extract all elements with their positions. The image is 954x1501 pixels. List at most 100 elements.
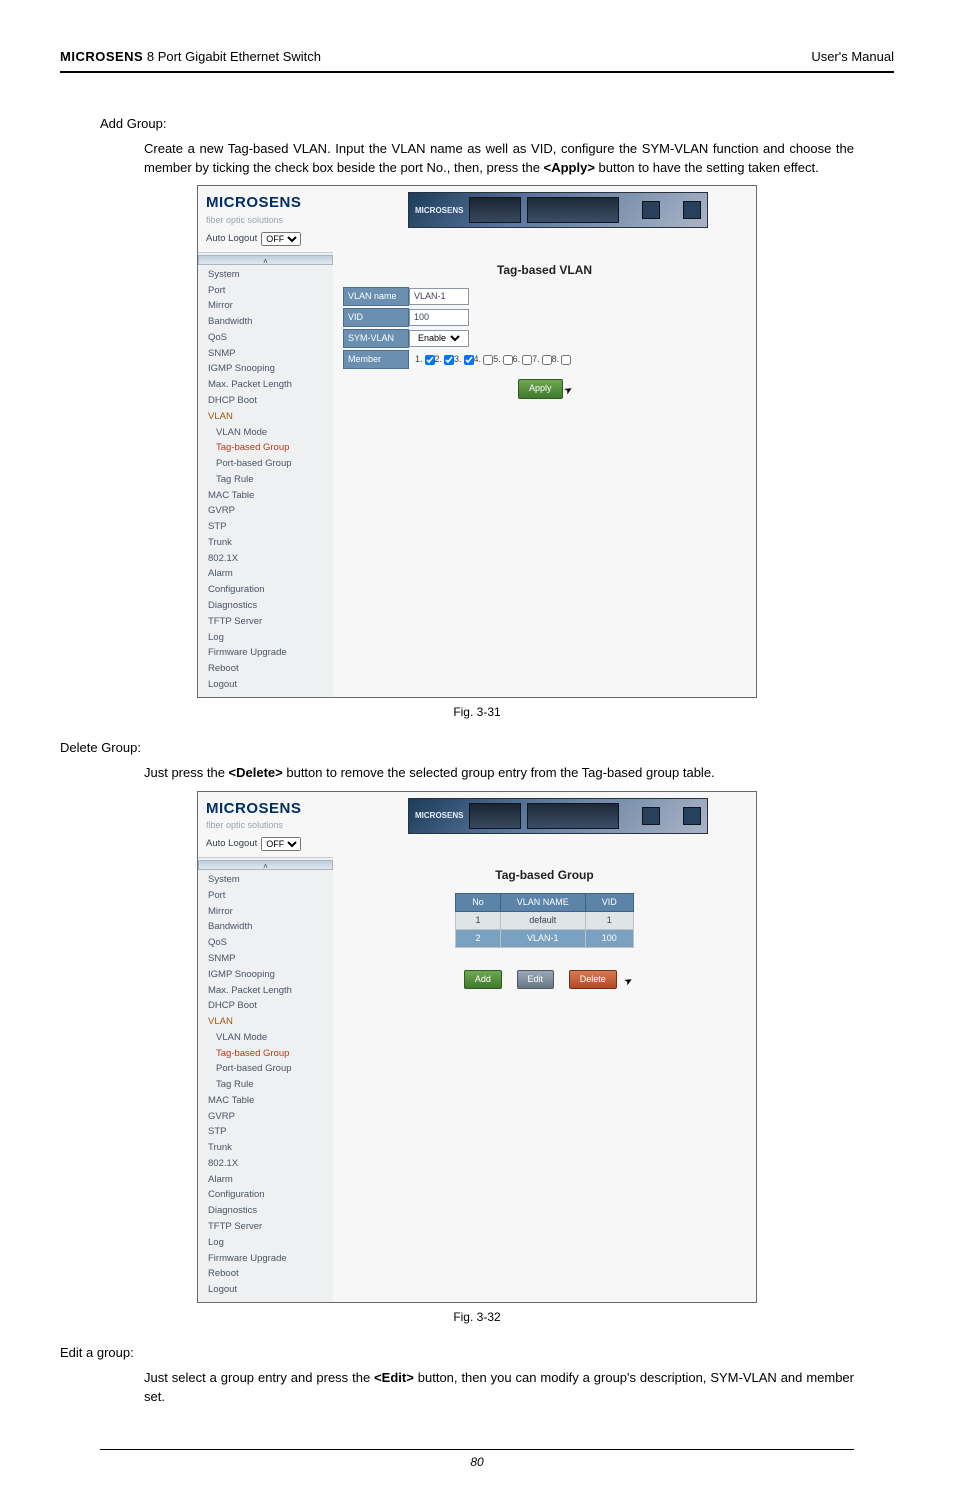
member-checkbox[interactable] <box>542 355 552 365</box>
nav-item[interactable]: MAC Table <box>198 488 333 504</box>
vlan-name-input[interactable]: VLAN-1 <box>409 288 469 305</box>
nav-item[interactable]: QoS <box>198 935 333 951</box>
member-cell: 2. <box>435 353 455 366</box>
member-cell: 7. <box>532 353 552 366</box>
edit-button[interactable]: Edit <box>517 970 555 989</box>
flag-icon <box>683 807 701 825</box>
nav-item[interactable]: 802.1X <box>198 551 333 567</box>
nav-item[interactable]: Trunk <box>198 1140 333 1156</box>
member-checkbox[interactable] <box>522 355 532 365</box>
nav-item[interactable]: TFTP Server <box>198 1219 333 1235</box>
nav-item[interactable]: Alarm <box>198 566 333 582</box>
logo-text: MICROSENS <box>206 192 301 214</box>
sym-vlan-label: SYM-VLAN <box>343 329 409 348</box>
nav-item[interactable]: Port <box>198 888 333 904</box>
vid-input[interactable]: 100 <box>409 309 469 326</box>
nav-item[interactable]: VLAN Mode <box>198 1030 333 1046</box>
flag-icon <box>642 807 660 825</box>
nav-item[interactable]: Tag Rule <box>198 1077 333 1093</box>
col-no: No <box>456 893 501 911</box>
nav-item[interactable]: 802.1X <box>198 1156 333 1172</box>
nav-item[interactable]: VLAN <box>198 1014 333 1030</box>
page-number: 80 <box>60 1454 894 1471</box>
member-checkbox[interactable] <box>561 355 571 365</box>
member-checkbox[interactable] <box>444 355 454 365</box>
add-button[interactable]: Add <box>464 970 502 989</box>
nav-item[interactable]: STP <box>198 1124 333 1140</box>
flag-icon <box>642 201 660 219</box>
screenshot-add-group: MICROSENS MICROSENS fiber optic solution… <box>197 185 757 697</box>
member-checkbox[interactable] <box>425 355 435 365</box>
delete-group-paragraph: Just press the <Delete> button to remove… <box>144 764 854 783</box>
auto-logout-label: Auto Logout <box>206 837 257 851</box>
auto-logout-select[interactable]: OFF <box>261 232 301 246</box>
panel-title: Tag-based VLAN <box>343 262 746 279</box>
sym-vlan-select[interactable]: Enable <box>414 332 463 344</box>
nav-item[interactable]: MAC Table <box>198 1093 333 1109</box>
member-checkbox[interactable] <box>503 355 513 365</box>
nav-item[interactable]: GVRP <box>198 503 333 519</box>
nav-item[interactable]: Bandwidth <box>198 919 333 935</box>
nav-item[interactable]: STP <box>198 519 333 535</box>
table-row[interactable]: 1default1 <box>456 911 634 929</box>
edit-group-paragraph: Just select a group entry and press the … <box>144 1369 854 1407</box>
nav-item[interactable]: QoS <box>198 330 333 346</box>
nav-item[interactable]: GVRP <box>198 1109 333 1125</box>
add-group-paragraph: Create a new Tag-based VLAN. Input the V… <box>144 140 854 178</box>
nav-item[interactable]: VLAN Mode <box>198 425 333 441</box>
nav-item[interactable]: IGMP Snooping <box>198 361 333 377</box>
nav-item[interactable]: Firmware Upgrade <box>198 1251 333 1267</box>
member-cell: 1. <box>415 353 435 366</box>
nav-item[interactable]: Tag-based Group <box>198 1046 333 1062</box>
nav-item[interactable]: IGMP Snooping <box>198 967 333 983</box>
nav-item[interactable]: Diagnostics <box>198 1203 333 1219</box>
nav-item[interactable]: Reboot <box>198 1266 333 1282</box>
nav-item[interactable]: DHCP Boot <box>198 998 333 1014</box>
apply-button[interactable]: Apply <box>518 379 563 398</box>
nav-item[interactable]: Firmware Upgrade <box>198 645 333 661</box>
col-vid: VID <box>585 893 633 911</box>
member-checkbox[interactable] <box>483 355 493 365</box>
nav-item[interactable]: Diagnostics <box>198 598 333 614</box>
nav-item[interactable]: Log <box>198 1235 333 1251</box>
member-cell: 4. <box>474 353 494 366</box>
nav-item[interactable]: Configuration <box>198 582 333 598</box>
nav-sidebar: ˄ SystemPortMirrorBandwidthQoSSNMPIGMP S… <box>198 857 333 1302</box>
nav-item[interactable]: System <box>198 872 333 888</box>
nav-item[interactable]: Configuration <box>198 1187 333 1203</box>
member-checkbox[interactable] <box>464 355 474 365</box>
nav-item[interactable]: Trunk <box>198 535 333 551</box>
edit-group-heading: Edit a group: <box>60 1344 894 1363</box>
nav-item[interactable]: Reboot <box>198 661 333 677</box>
nav-item[interactable]: Port-based Group <box>198 456 333 472</box>
nav-item[interactable]: Port <box>198 283 333 299</box>
logo-subtext: fiber optic solutions <box>206 215 283 225</box>
nav-item[interactable]: Mirror <box>198 904 333 920</box>
nav-item[interactable]: Mirror <box>198 298 333 314</box>
nav-item[interactable]: Bandwidth <box>198 314 333 330</box>
banner: MICROSENS <box>408 192 708 228</box>
nav-item[interactable]: Alarm <box>198 1172 333 1188</box>
nav-item[interactable]: Port-based Group <box>198 1061 333 1077</box>
nav-item[interactable]: TFTP Server <box>198 614 333 630</box>
nav-item[interactable]: DHCP Boot <box>198 393 333 409</box>
scroll-up-icon[interactable]: ˄ <box>199 256 332 268</box>
nav-item[interactable]: Log <box>198 630 333 646</box>
scroll-up-icon[interactable]: ˄ <box>199 861 332 873</box>
nav-item[interactable]: System <box>198 267 333 283</box>
nav-item[interactable]: Max. Packet Length <box>198 983 333 999</box>
figure-caption-1: Fig. 3-31 <box>60 704 894 721</box>
nav-item[interactable]: Tag Rule <box>198 472 333 488</box>
auto-logout-select[interactable]: OFF <box>261 837 301 851</box>
nav-item[interactable]: Logout <box>198 1282 333 1298</box>
delete-button[interactable]: Delete <box>569 970 617 989</box>
delete-group-heading: Delete Group: <box>60 739 894 758</box>
table-row[interactable]: 2VLAN-1100 <box>456 929 634 947</box>
nav-item[interactable]: VLAN <box>198 409 333 425</box>
col-vlan-name: VLAN NAME <box>500 893 585 911</box>
nav-item[interactable]: Max. Packet Length <box>198 377 333 393</box>
nav-item[interactable]: SNMP <box>198 346 333 362</box>
nav-item[interactable]: SNMP <box>198 951 333 967</box>
nav-item[interactable]: Tag-based Group <box>198 440 333 456</box>
nav-item[interactable]: Logout <box>198 677 333 693</box>
